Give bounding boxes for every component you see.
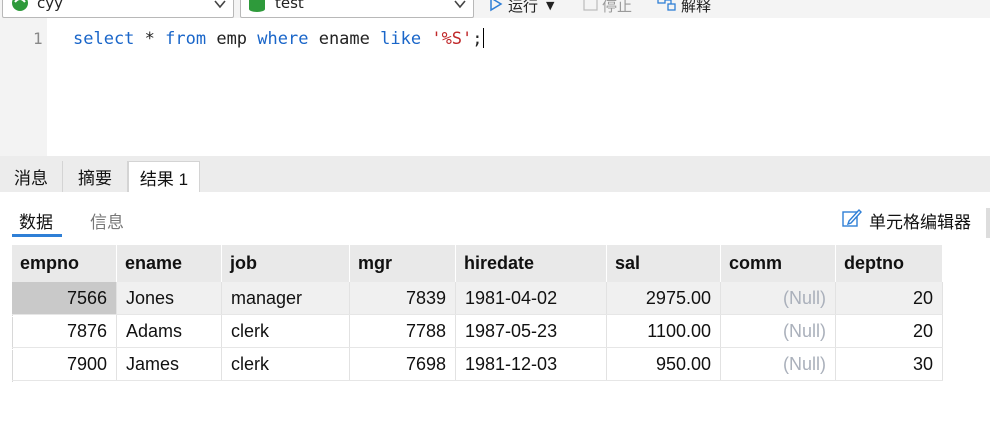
connection-name: cyy	[37, 0, 64, 12]
keyword-like: like	[380, 29, 422, 49]
explain-icon	[657, 0, 677, 16]
database-icon	[247, 0, 267, 18]
token-semicolon: ;	[472, 29, 483, 49]
cell-comm[interactable]: (Null)	[720, 314, 836, 348]
result-tabs: 消息 摘要 结果 1	[0, 156, 990, 193]
table-row[interactable]: 7876 Adams clerk 7788 1987-05-23 1100.00…	[12, 314, 943, 348]
keyword-select: select	[73, 29, 135, 49]
play-icon	[488, 0, 504, 16]
sql-editor[interactable]: 1 select * from emp where ename like '%S…	[0, 18, 990, 156]
result-subtabs: 数据 信息 单元格编辑器	[0, 192, 990, 244]
token-star: *	[134, 29, 166, 49]
stop-icon	[583, 0, 598, 15]
edit-icon	[841, 207, 863, 234]
line-number: 1	[33, 29, 43, 48]
cell-job[interactable]: clerk	[221, 314, 350, 348]
tab-summary[interactable]: 摘要	[63, 161, 128, 192]
text-caret	[482, 28, 484, 48]
scrollbar[interactable]	[986, 208, 990, 238]
token-table: emp	[206, 29, 258, 49]
column-header-mgr[interactable]: mgr	[349, 245, 456, 282]
column-header-empno[interactable]: empno	[12, 245, 117, 282]
cell-deptno[interactable]: 30	[835, 347, 943, 381]
database-name: test	[275, 0, 304, 12]
active-tab-indicator	[12, 234, 62, 237]
line-gutter: 1	[0, 18, 47, 156]
cell-deptno[interactable]: 20	[835, 282, 943, 315]
subtab-info[interactable]: 信息	[90, 208, 124, 233]
token-column: ename	[308, 29, 381, 49]
cell-sal[interactable]: 950.00	[606, 347, 721, 381]
run-label: 运行	[508, 0, 539, 15]
tab-label: 结果 1	[139, 170, 189, 189]
keyword-where: where	[257, 29, 309, 49]
explain-button[interactable]: 解释	[657, 0, 711, 16]
column-header-deptno[interactable]: deptno	[835, 245, 943, 282]
tab-result-1[interactable]: 结果 1	[128, 161, 200, 193]
subtab-data[interactable]: 数据	[19, 208, 53, 233]
cell-ename[interactable]: James	[116, 347, 222, 381]
chevron-down-icon	[213, 0, 227, 9]
cell-sal[interactable]: 2975.00	[606, 282, 721, 315]
cell-hiredate[interactable]: 1981-12-03	[455, 347, 607, 381]
tab-messages[interactable]: 消息	[0, 161, 63, 192]
cell-mgr[interactable]: 7698	[349, 347, 456, 381]
column-header-hiredate[interactable]: hiredate	[455, 245, 607, 282]
string-pattern: '%S'	[431, 29, 473, 49]
cell-ename[interactable]: Adams	[116, 314, 222, 348]
cell-empno[interactable]: 7900	[12, 347, 117, 381]
connection-icon	[9, 0, 31, 17]
column-header-ename[interactable]: ename	[116, 245, 222, 282]
tab-label: 消息	[14, 169, 48, 188]
caret-down-icon: ▼	[546, 0, 555, 12]
toolbar: cyy test 运行 ▼ 停止 解释	[0, 0, 990, 18]
stop-label: 停止	[602, 0, 633, 15]
connection-select[interactable]: cyy	[2, 0, 234, 18]
cell-comm[interactable]: (Null)	[720, 347, 836, 381]
database-select[interactable]: test	[240, 0, 474, 18]
cell-deptno[interactable]: 20	[835, 314, 943, 348]
column-header-comm[interactable]: comm	[720, 245, 836, 282]
cell-job[interactable]: clerk	[221, 347, 350, 381]
stop-button[interactable]: 停止	[583, 0, 632, 16]
column-header-sal[interactable]: sal	[606, 245, 721, 282]
result-grid: empno ename job mgr hiredate sal comm de…	[12, 245, 943, 381]
cell-comm[interactable]: (Null)	[720, 282, 836, 315]
run-button[interactable]: 运行 ▼	[488, 0, 554, 16]
cell-sal[interactable]: 1100.00	[606, 314, 721, 348]
cell-hiredate[interactable]: 1981-04-02	[455, 282, 607, 315]
column-header-job[interactable]: job	[221, 245, 350, 282]
cell-editor-button[interactable]: 单元格编辑器	[841, 207, 971, 234]
cell-empno[interactable]: 7566	[12, 282, 117, 315]
chevron-down-icon	[453, 0, 467, 9]
cell-job[interactable]: manager	[221, 282, 350, 315]
sql-code-line[interactable]: select * from emp where ename like '%S';	[73, 28, 484, 49]
cell-empno[interactable]: 7876	[12, 314, 117, 348]
cell-editor-label: 单元格编辑器	[869, 213, 971, 232]
cell-mgr[interactable]: 7839	[349, 282, 456, 315]
table-row[interactable]: 7566 Jones manager 7839 1981-04-02 2975.…	[12, 282, 943, 315]
tab-label: 摘要	[78, 169, 112, 188]
table-row[interactable]: 7900 James clerk 7698 1981-12-03 950.00 …	[12, 347, 943, 381]
explain-label: 解释	[681, 0, 712, 15]
header-row: empno ename job mgr hiredate sal comm de…	[12, 245, 943, 282]
cell-ename[interactable]: Jones	[116, 282, 222, 315]
keyword-from: from	[165, 29, 207, 49]
cell-mgr[interactable]: 7788	[349, 314, 456, 348]
cell-hiredate[interactable]: 1987-05-23	[455, 314, 607, 348]
